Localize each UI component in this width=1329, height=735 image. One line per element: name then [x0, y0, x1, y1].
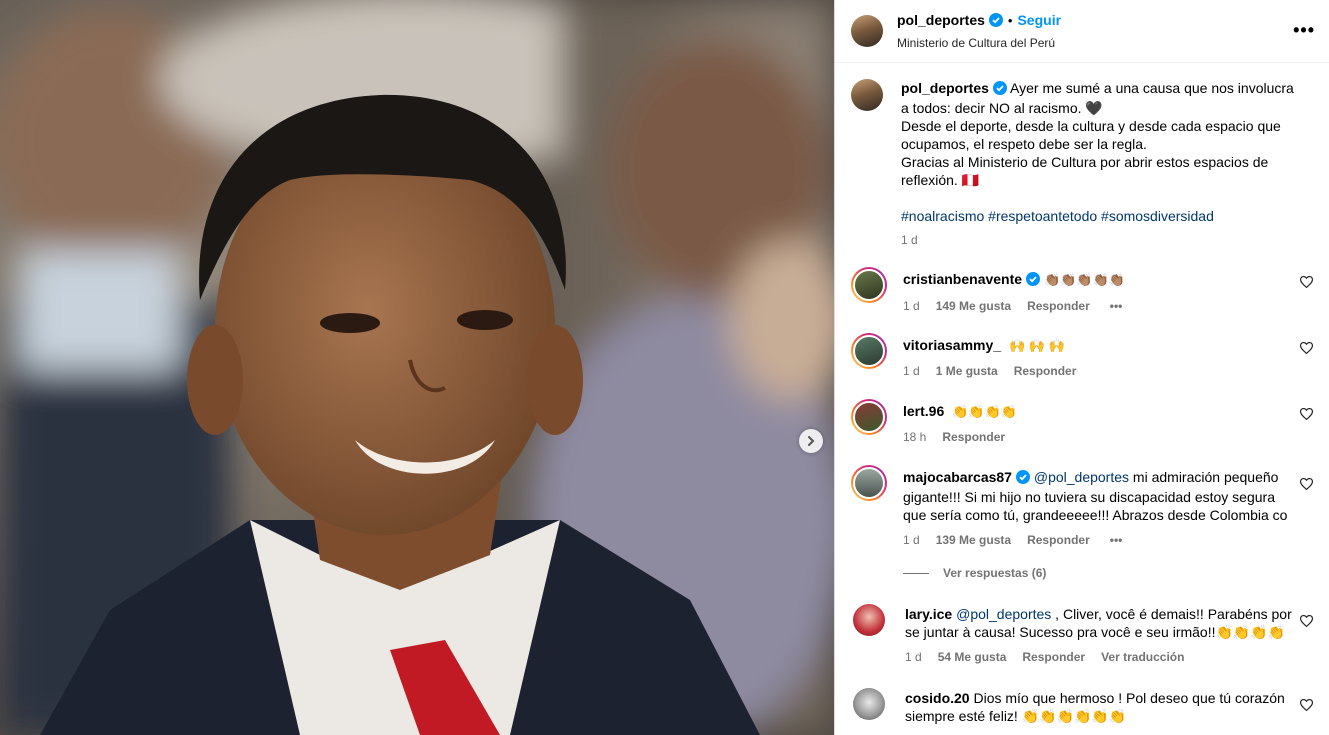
comment-time[interactable]: 1 d — [903, 531, 920, 549]
post-side-panel: pol_deportes • Seguir Ministerio de Cultur… — [834, 0, 1329, 735]
comment-more-icon[interactable]: ••• — [1110, 531, 1123, 549]
commenter-avatar[interactable] — [851, 333, 887, 369]
commenter-avatar[interactable] — [851, 465, 887, 501]
post-photo — [0, 0, 834, 735]
commenter-avatar[interactable] — [851, 267, 887, 303]
comment-time[interactable]: 1 d — [905, 648, 922, 666]
comment-time[interactable]: 1 d — [903, 297, 920, 315]
comment-meta: 18 h Responder — [903, 428, 1298, 446]
verified-badge-icon — [992, 81, 1007, 99]
caption-text: pol_deportes Ayer me sumé a una causa qu… — [901, 79, 1301, 249]
next-photo-button[interactable] — [799, 429, 823, 453]
comment-item: cosido.20 Dios mío que hermoso ! Pol des… — [851, 686, 1317, 725]
comment-meta: 1 d 54 Me gusta Responder Ver traducción — [905, 648, 1300, 666]
author-username[interactable]: pol_deportes — [897, 12, 985, 28]
comment-meta: 1 d 139 Me gusta Responder ••• — [903, 531, 1298, 549]
caption-author-avatar[interactable] — [851, 79, 883, 111]
comment-text: 🙌 🙌 🙌 — [1008, 338, 1065, 353]
reply-button[interactable]: Responder — [1027, 531, 1090, 549]
post-caption: pol_deportes Ayer me sumé a una causa qu… — [835, 63, 1329, 249]
caption-line-2: Desde el deporte, desde la cultura y des… — [901, 118, 1281, 152]
verified-badge-icon — [988, 13, 1003, 33]
heart-icon[interactable] — [1299, 614, 1314, 632]
comment-text: 👏🏽👏🏽👏🏽👏🏽👏🏽 — [1043, 272, 1125, 287]
comment-item: cristianbenavente 👏🏽👏🏽👏🏽👏🏽👏🏽 1 d 149 Me … — [851, 267, 1317, 315]
comment-item: vitoriasammy_ 🙌 🙌 🙌 1 d 1 Me gusta Respo… — [851, 333, 1317, 380]
reply-button[interactable]: Responder — [1014, 362, 1077, 380]
comment-likes[interactable]: 149 Me gusta — [936, 297, 1011, 315]
caption-line-3: Gracias al Ministerio de Cultura por abr… — [901, 154, 1269, 188]
comment-body: cosido.20 Dios mío que hermoso ! Pol des… — [905, 686, 1300, 725]
comment-likes[interactable]: 54 Me gusta — [938, 648, 1007, 666]
comment-likes[interactable]: 1 Me gusta — [936, 362, 998, 380]
comment-time[interactable]: 1 d — [903, 362, 920, 380]
author-info: pol_deportes • Seguir Ministerio de Cultur… — [897, 11, 1061, 51]
heart-icon[interactable] — [1299, 407, 1314, 425]
comment-body: lary.ice @pol_deportes , Cliver, você é … — [905, 602, 1300, 666]
author-avatar[interactable] — [851, 15, 883, 47]
comment-likes[interactable]: 139 Me gusta — [936, 531, 1011, 549]
reply-button[interactable]: Responder — [1022, 648, 1085, 666]
heart-icon[interactable] — [1299, 477, 1314, 495]
verified-badge-icon — [1015, 470, 1030, 488]
comment-body: lert.96 👏👏👏👏 18 h Responder — [903, 399, 1298, 446]
caption-timestamp[interactable]: 1 d — [901, 231, 1301, 249]
instagram-post-view: pol_deportes • Seguir Ministerio de Cultur… — [0, 0, 1329, 735]
comment-text: 👏👏👏👏 — [952, 404, 1017, 419]
chevron-right-icon — [808, 436, 815, 446]
comment-username[interactable]: cosido.20 — [905, 690, 970, 706]
comment-username[interactable]: majocabarcas87 — [903, 469, 1012, 485]
comment-item: lert.96 👏👏👏👏 18 h Responder — [851, 399, 1317, 446]
reply-button[interactable]: Responder — [942, 428, 1005, 446]
comment-body: majocabarcas87 @pol_deportes mi admiraci… — [903, 465, 1298, 549]
comment-meta: 1 d 1 Me gusta Responder — [903, 362, 1298, 380]
comment-item: majocabarcas87 @pol_deportes mi admiraci… — [851, 465, 1317, 549]
heart-icon[interactable] — [1299, 275, 1314, 293]
comment-body: vitoriasammy_ 🙌 🙌 🙌 1 d 1 Me gusta Respo… — [903, 333, 1298, 380]
reply-button[interactable]: Responder — [1027, 297, 1090, 315]
hashtag-link[interactable]: #somosdiversidad — [1101, 208, 1214, 224]
heart-icon[interactable] — [1299, 698, 1314, 716]
commenter-avatar[interactable] — [851, 399, 887, 435]
comment-more-icon[interactable]: ••• — [1110, 297, 1123, 315]
view-replies-label: Ver respuestas (6) — [943, 566, 1047, 580]
comment-item: lary.ice @pol_deportes , Cliver, você é … — [851, 602, 1317, 666]
post-image — [0, 0, 834, 735]
comment-username[interactable]: lary.ice — [905, 606, 952, 622]
comment-mention[interactable]: @pol_deportes — [956, 606, 1051, 622]
more-options-icon[interactable]: ••• — [1293, 20, 1315, 41]
post-header: pol_deportes • Seguir Ministerio de Cultur… — [835, 0, 1329, 63]
translate-button[interactable]: Ver traducción — [1101, 648, 1184, 666]
hashtag-link[interactable]: #respetoantetodo — [988, 208, 1097, 224]
replies-divider — [903, 572, 929, 574]
hashtag-link[interactable]: #noalracismo — [901, 208, 984, 224]
comment-mention[interactable]: @pol_deportes — [1034, 469, 1129, 485]
comment-body: cristianbenavente 👏🏽👏🏽👏🏽👏🏽👏🏽 1 d 149 Me … — [903, 267, 1298, 315]
comment-username[interactable]: cristianbenavente — [903, 271, 1022, 287]
follow-button[interactable]: Seguir — [1017, 12, 1061, 28]
verified-badge-icon — [1026, 272, 1041, 290]
separator-dot: • — [1007, 13, 1013, 28]
caption-username[interactable]: pol_deportes — [901, 80, 989, 96]
heart-icon[interactable] — [1299, 341, 1314, 359]
hashtags: #noalracismo #respetoantetodo #somosdive… — [901, 207, 1301, 225]
comment-time[interactable]: 18 h — [903, 428, 926, 446]
comment-meta: 1 d 149 Me gusta Responder ••• — [903, 297, 1298, 315]
commenter-avatar[interactable] — [853, 688, 885, 720]
post-location[interactable]: Ministerio de Cultura del Perú — [897, 36, 1061, 51]
comment-username[interactable]: lert.96 — [903, 403, 944, 419]
comment-username[interactable]: vitoriasammy_ — [903, 337, 1001, 353]
commenter-avatar[interactable] — [853, 604, 885, 636]
view-replies-button[interactable]: Ver respuestas (6) — [903, 566, 1046, 580]
